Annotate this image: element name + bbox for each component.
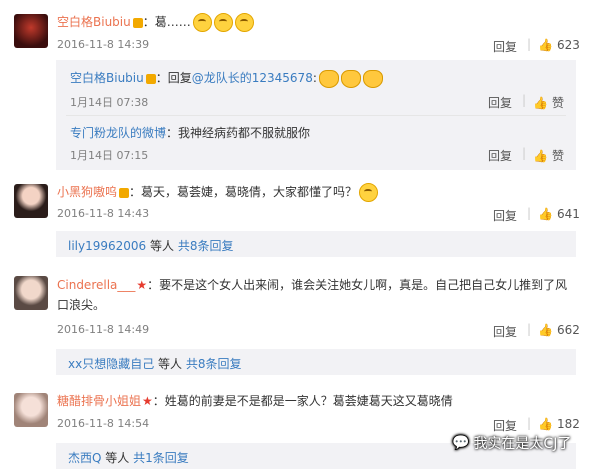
username[interactable]: Cinderella___ xyxy=(57,278,135,292)
emoji-icon xyxy=(359,183,379,202)
star-badge-icon: ★ xyxy=(136,278,148,292)
more-replies-link[interactable]: 共8条回复 xyxy=(186,357,242,371)
more-text: 等人 xyxy=(154,357,186,371)
reply-user-link[interactable]: 杰西Q xyxy=(68,451,101,465)
reply-button[interactable]: 回复 xyxy=(493,207,517,224)
timestamp: 2016-11-8 14:39 xyxy=(57,38,150,51)
watermark-text: 我实在是太CJ了 xyxy=(473,436,572,452)
separator: | xyxy=(527,206,532,220)
comment-text-continued: 口浪尖。 xyxy=(57,298,106,312)
like-count: 641 xyxy=(556,207,580,221)
comment-text: ：姓葛的前妻是不是都是一家人？葛荟婕葛天这又葛晓倩 xyxy=(152,394,453,408)
timestamp: 2016-11-8 14:54 xyxy=(57,417,150,430)
like-button[interactable]: 👍 662 xyxy=(538,323,580,337)
timestamp: 1月14日 07:15 xyxy=(70,149,149,162)
reply-button[interactable]: 回复 xyxy=(493,323,517,340)
watermark: 💬 我实在是太CJ了 xyxy=(452,433,571,453)
thumbs-up-icon: 👍 xyxy=(538,417,553,431)
reply-text: ：我神经病药都不服就服你 xyxy=(166,126,311,140)
thumbs-up-icon: 👍 xyxy=(538,38,553,52)
like-button[interactable]: 👍 赞 xyxy=(533,94,564,111)
cat-emoji-icon xyxy=(340,69,361,88)
separator: | xyxy=(527,37,532,51)
wechat-icon: 💬 xyxy=(452,435,470,451)
reply-text: : xyxy=(312,71,317,85)
username[interactable]: 糖醋排骨小姐姐 xyxy=(57,394,141,408)
timestamp: 2016-11-8 14:49 xyxy=(57,323,150,336)
avatar[interactable] xyxy=(14,14,48,48)
reply-button[interactable]: 回复 xyxy=(493,417,517,434)
separator: | xyxy=(527,322,532,336)
more-replies[interactable]: xx只想隐藏自己 等人 共8条回复 xyxy=(56,349,576,375)
like-label: 赞 xyxy=(551,96,564,110)
like-count: 662 xyxy=(556,323,580,337)
username[interactable]: 空白格Biubiu xyxy=(70,71,144,85)
like-button[interactable]: 👍 641 xyxy=(538,207,580,221)
separator: | xyxy=(522,146,527,160)
thumbs-up-icon: 👍 xyxy=(533,95,548,110)
like-label: 赞 xyxy=(551,149,564,163)
avatar[interactable] xyxy=(14,184,48,218)
avatar[interactable] xyxy=(14,393,48,427)
emoji-icon xyxy=(213,13,233,32)
like-button[interactable]: 👍 182 xyxy=(538,417,580,431)
more-replies-link[interactable]: 共8条回复 xyxy=(178,239,234,253)
vip-badge-icon xyxy=(145,73,156,84)
separator: | xyxy=(527,416,532,430)
thumbs-up-icon: 👍 xyxy=(538,207,553,221)
timestamp: 2016-11-8 14:43 xyxy=(57,207,150,220)
username[interactable]: 小黑狗嗷呜 xyxy=(57,185,117,199)
divider xyxy=(66,115,566,116)
thumbs-up-icon: 👍 xyxy=(533,148,548,163)
like-count: 182 xyxy=(556,417,580,431)
star-badge-icon: ★ xyxy=(142,394,153,408)
more-replies[interactable]: lily19962006 等人 共8条回复 xyxy=(56,231,576,257)
separator: | xyxy=(522,93,527,107)
vip-badge-icon xyxy=(119,187,130,198)
like-button[interactable]: 👍 623 xyxy=(538,38,580,52)
more-replies-link[interactable]: 共1条回复 xyxy=(133,451,189,465)
timestamp: 1月14日 07:38 xyxy=(70,96,149,109)
avatar[interactable] xyxy=(14,276,48,310)
emoji-icon xyxy=(192,13,212,32)
username[interactable]: 空白格Biubiu xyxy=(57,15,131,29)
comment-text: ：要不是这个女人出来闹，谁会关注她女儿啊，真是。自己把自己女儿推到了风 xyxy=(147,278,568,292)
emoji-icon xyxy=(234,13,254,32)
like-button[interactable]: 👍 赞 xyxy=(533,147,564,164)
reply-button[interactable]: 回复 xyxy=(488,94,512,111)
vip-badge-icon xyxy=(132,17,143,28)
reply-text: ：回复 xyxy=(155,71,192,85)
reply-button[interactable]: 回复 xyxy=(493,38,517,55)
mention-link[interactable]: @龙队长的12345678 xyxy=(192,71,313,85)
like-count: 623 xyxy=(556,38,580,52)
cat-emoji-icon xyxy=(362,69,383,88)
cat-emoji-icon xyxy=(318,69,339,88)
username[interactable]: 专门粉龙队的微博 xyxy=(70,126,166,140)
more-text: 等人 xyxy=(146,239,178,253)
reply-user-link[interactable]: xx只想隐藏自己 xyxy=(68,357,154,371)
comment-text: ：葛…… xyxy=(142,15,191,29)
sub-replies: 空白格Biubiu ：回复@龙队长的12345678: 1月14日 07:38 回… xyxy=(56,60,576,170)
comment-text: ：葛天，葛荟婕，葛晓倩，大家都懂了吗？ xyxy=(129,185,358,199)
thumbs-up-icon: 👍 xyxy=(538,323,553,337)
reply-user-link[interactable]: lily19962006 xyxy=(68,239,146,253)
more-text: 等人 xyxy=(101,451,134,465)
reply-button[interactable]: 回复 xyxy=(488,147,512,164)
